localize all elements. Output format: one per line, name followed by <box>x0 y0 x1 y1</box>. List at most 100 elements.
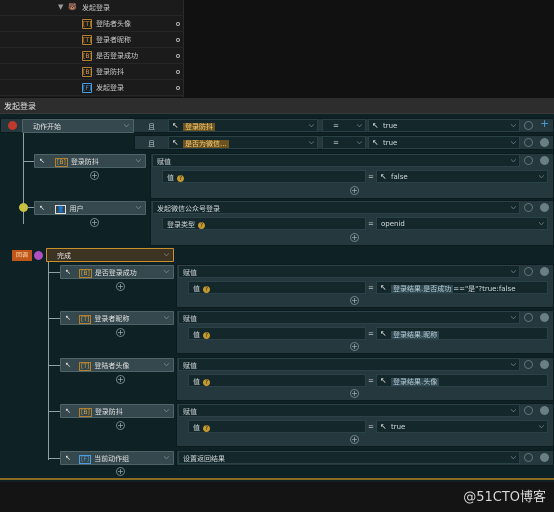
complete-node[interactable]: 完成 ⌵ <box>46 248 174 262</box>
chevron-down-icon[interactable]: ⌵ <box>539 422 544 431</box>
add-step-icon[interactable]: + <box>116 375 125 384</box>
chevron-down-icon[interactable]: ⌵ <box>511 203 516 212</box>
tree-item[interactable]: [B] 是否登录成功 <box>0 48 184 64</box>
action-start-node[interactable]: 动作开始 ⌵ <box>22 119 134 133</box>
chevron-down-icon[interactable]: ⌵ <box>136 156 141 165</box>
toggle-icon[interactable] <box>524 138 533 147</box>
chevron-down-icon[interactable]: ⌵ <box>124 121 129 130</box>
add-step-icon[interactable]: + <box>116 282 125 291</box>
toggle-icon[interactable] <box>524 453 533 462</box>
block7-target-node[interactable]: ↖ [F] 当前动作组 ⌵ <box>60 451 174 465</box>
chevron-down-icon[interactable]: ⌵ <box>539 219 544 228</box>
add-param-icon[interactable]: + <box>350 296 359 305</box>
remove-icon[interactable] <box>540 313 549 322</box>
add-step-icon[interactable]: + <box>116 328 125 337</box>
tree-item[interactable]: [T] 登陆者头像 <box>0 16 184 32</box>
param-value-field[interactable]: ↖ 登录结果.昵称 <box>376 327 548 340</box>
visibility-dot-icon[interactable] <box>176 70 180 74</box>
remove-icon[interactable] <box>540 267 549 276</box>
block4-target-node[interactable]: ↖ [T] 登录者昵称 ⌵ <box>60 311 174 325</box>
block5-target-node[interactable]: ↖ [T] 登陆者头像 ⌵ <box>60 358 174 372</box>
visibility-dot-icon[interactable] <box>176 54 180 58</box>
visibility-dot-icon[interactable] <box>176 38 180 42</box>
start-port-icon[interactable] <box>8 121 17 130</box>
help-icon[interactable]: ? <box>203 378 210 386</box>
condition-right-field[interactable]: ↖ true ⌵ <box>368 119 520 132</box>
condition-operator-select[interactable]: = ⌵ <box>322 136 366 149</box>
add-param-icon[interactable]: + <box>350 389 359 398</box>
chevron-down-icon[interactable]: ⌵ <box>164 406 169 415</box>
block6-target-node[interactable]: ↖ [B] 登录防抖 ⌵ <box>60 404 174 418</box>
add-step-icon[interactable]: + <box>116 467 125 476</box>
block5-action-select[interactable]: 赋值 ⌵ <box>178 358 520 371</box>
chevron-down-icon[interactable]: ⌵ <box>511 406 516 415</box>
toggle-icon[interactable] <box>524 313 533 322</box>
chevron-down-icon[interactable]: ⌵ <box>539 172 544 181</box>
add-param-icon[interactable]: + <box>350 435 359 444</box>
chevron-down-icon[interactable]: ⌵ <box>357 121 362 130</box>
collapse-arrow-icon[interactable]: ▼ <box>58 3 63 11</box>
toggle-icon[interactable] <box>524 156 533 165</box>
param-value-select[interactable]: openid ⌵ <box>376 217 548 230</box>
block3-action-select[interactable]: 赋值 ⌵ <box>178 265 520 278</box>
visibility-dot-icon[interactable] <box>176 86 180 90</box>
chevron-down-icon[interactable]: ⌵ <box>164 250 169 259</box>
block6-action-select[interactable]: 赋值 ⌵ <box>178 404 520 417</box>
chevron-down-icon[interactable]: ⌵ <box>164 360 169 369</box>
add-step-icon[interactable]: + <box>116 421 125 430</box>
add-condition-icon[interactable]: + <box>540 117 549 130</box>
toggle-icon[interactable] <box>524 406 533 415</box>
param-value-field[interactable]: ↖ true ⌵ <box>376 420 548 433</box>
add-param-icon[interactable]: + <box>350 186 359 195</box>
toggle-icon[interactable] <box>524 360 533 369</box>
tree-root-row[interactable]: ▼ 🐻 发起登录 <box>0 0 184 16</box>
add-param-icon[interactable]: + <box>350 342 359 351</box>
remove-icon[interactable] <box>540 203 549 212</box>
remove-icon[interactable] <box>540 406 549 415</box>
chevron-down-icon[interactable]: ⌵ <box>511 453 516 462</box>
param-value-field[interactable]: ↖ false ⌵ <box>376 170 548 183</box>
remove-icon[interactable] <box>540 156 549 165</box>
tree-item[interactable]: [B] 登录防抖 <box>0 64 184 80</box>
chevron-down-icon[interactable]: ⌵ <box>511 360 516 369</box>
block1-target-node[interactable]: ↖ [B] 登录防抖 ⌵ <box>34 154 146 168</box>
chevron-down-icon[interactable]: ⌵ <box>511 156 516 165</box>
callback-port-icon[interactable] <box>34 251 43 260</box>
remove-condition-icon[interactable] <box>540 138 549 147</box>
help-icon[interactable]: ? <box>198 221 205 229</box>
block1-action-select[interactable]: 赋值 ⌵ <box>152 154 520 167</box>
block3-target-node[interactable]: ↖ [B] 是否登录成功 ⌵ <box>60 265 174 279</box>
block7-action-select[interactable]: 设置返回结果 ⌵ <box>178 451 520 464</box>
help-icon[interactable]: ? <box>203 424 210 432</box>
toggle-icon[interactable] <box>524 121 533 130</box>
chevron-down-icon[interactable]: ⌵ <box>309 138 314 147</box>
param-value-field[interactable]: ↖ 登录结果.是否成功 =="是"?true:false <box>376 281 548 294</box>
help-icon[interactable]: ? <box>203 285 210 293</box>
param-value-field[interactable]: ↖ 登录结果.头像 <box>376 374 548 387</box>
add-step-icon[interactable]: + <box>90 171 99 180</box>
visibility-dot-icon[interactable] <box>176 22 180 26</box>
chevron-down-icon[interactable]: ⌵ <box>136 203 141 212</box>
chevron-down-icon[interactable]: ⌵ <box>511 138 516 147</box>
condition-left-field[interactable]: ↖ 是否为微信... ⌵ <box>168 136 318 149</box>
condition-operator-select[interactable]: = ⌵ <box>322 119 366 132</box>
toggle-icon[interactable] <box>524 267 533 276</box>
tree-item[interactable]: [T] 登录者昵称 <box>0 32 184 48</box>
block2-target-node[interactable]: ↖ 👤 用户 ⌵ <box>34 201 146 215</box>
block4-action-select[interactable]: 赋值 ⌵ <box>178 311 520 324</box>
toggle-icon[interactable] <box>524 203 533 212</box>
chevron-down-icon[interactable]: ⌵ <box>164 313 169 322</box>
block2-action-select[interactable]: 发起微信公众号登录 ⌵ <box>152 201 520 214</box>
remove-icon[interactable] <box>540 453 549 462</box>
chevron-down-icon[interactable]: ⌵ <box>511 313 516 322</box>
chevron-down-icon[interactable]: ⌵ <box>511 121 516 130</box>
chevron-down-icon[interactable]: ⌵ <box>357 138 362 147</box>
add-param-icon[interactable]: + <box>350 233 359 242</box>
tree-item[interactable]: [F] 发起登录 <box>0 80 184 96</box>
condition-left-field[interactable]: ↖ 登录防抖 ⌵ <box>168 119 318 132</box>
chevron-down-icon[interactable]: ⌵ <box>164 267 169 276</box>
help-icon[interactable]: ? <box>203 331 210 339</box>
add-step-icon[interactable]: + <box>90 218 99 227</box>
help-icon[interactable]: ? <box>177 174 184 182</box>
chevron-down-icon[interactable]: ⌵ <box>164 453 169 462</box>
